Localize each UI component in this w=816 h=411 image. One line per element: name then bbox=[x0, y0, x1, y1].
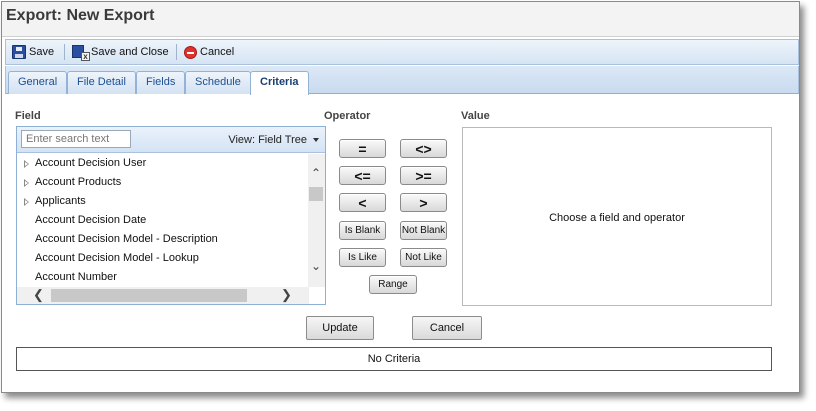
value-label: Value bbox=[461, 110, 490, 122]
tab-criteria[interactable]: Criteria bbox=[250, 71, 309, 95]
operator-equals-button[interactable]: = bbox=[339, 139, 386, 158]
toolbar: Save x Save and Close Cancel bbox=[5, 39, 799, 65]
toolbar-separator bbox=[64, 44, 65, 60]
view-selector-label: View: Field Tree bbox=[228, 134, 307, 146]
scroll-thumb-horizontal[interactable] bbox=[51, 289, 247, 302]
cancel-button[interactable]: Cancel bbox=[412, 316, 482, 340]
tab-general[interactable]: General bbox=[8, 71, 68, 94]
field-tree: Account Decision User Account Products App… bbox=[17, 154, 309, 287]
tree-item-label: Account Decision Model - Description bbox=[35, 233, 218, 245]
operator-not-like-button[interactable]: Not Like bbox=[400, 248, 447, 267]
tree-item[interactable]: Account Decision Date bbox=[17, 211, 309, 230]
criteria-summary: No Criteria bbox=[16, 347, 772, 371]
operator-greater-equal-button[interactable]: >= bbox=[400, 166, 447, 185]
operator-is-blank-button[interactable]: Is Blank bbox=[339, 221, 386, 240]
tree-item-label: Applicants bbox=[35, 195, 86, 207]
tree-item-label: Account Products bbox=[35, 176, 122, 188]
expand-arrow-icon[interactable] bbox=[24, 198, 29, 206]
field-tree-panel: View: Field Tree Account Decision UserAc… bbox=[16, 126, 326, 305]
expand-arrow-icon[interactable] bbox=[24, 160, 29, 168]
tab-fields[interactable]: Fields bbox=[136, 71, 186, 94]
operator-less-than-button[interactable]: < bbox=[339, 193, 386, 212]
tree-item[interactable]: Account Decision Model - Description bbox=[17, 230, 309, 249]
scroll-left-icon[interactable]: ❮ bbox=[33, 288, 44, 302]
toolbar-separator bbox=[176, 44, 177, 60]
operator-not-blank-button[interactable]: Not Blank bbox=[400, 221, 447, 240]
scroll-up-icon[interactable]: ⌃ bbox=[311, 167, 321, 179]
save-and-close-label: Save and Close bbox=[91, 46, 169, 58]
tree-item[interactable]: Applicants bbox=[17, 192, 309, 211]
cancel-label: Cancel bbox=[200, 46, 235, 58]
update-button[interactable]: Update bbox=[306, 316, 374, 340]
tree-item[interactable]: Account Decision Model - Lookup bbox=[17, 249, 309, 268]
save-and-close-icon: x bbox=[72, 45, 90, 61]
tree-item[interactable]: Account Decision User bbox=[17, 154, 309, 173]
operator-is-like-button[interactable]: Is Like bbox=[339, 248, 386, 267]
scroll-thumb[interactable] bbox=[309, 187, 323, 201]
title-bar: Export: New Export bbox=[2, 2, 799, 37]
cancel-toolbar-button[interactable]: Cancel bbox=[184, 43, 234, 61]
operator-less-equal-button[interactable]: <= bbox=[339, 166, 386, 185]
export-window: Export: New Export Save x Save and Close… bbox=[1, 1, 800, 393]
tree-item-label: Account Decision Date bbox=[35, 214, 147, 226]
expand-arrow-icon[interactable] bbox=[24, 179, 29, 187]
tab-file-detail[interactable]: File Detail bbox=[67, 71, 136, 94]
save-label: Save bbox=[29, 46, 55, 58]
tree-item[interactable]: Account Products bbox=[17, 173, 309, 192]
view-selector[interactable]: View: Field Tree bbox=[228, 134, 319, 146]
scroll-down-icon[interactable]: ⌄ bbox=[311, 260, 321, 272]
chevron-down-icon bbox=[313, 138, 319, 142]
scroll-right-icon[interactable]: ❯ bbox=[281, 288, 292, 302]
save-button[interactable]: Save bbox=[12, 43, 54, 61]
field-panel-header: View: Field Tree bbox=[17, 127, 325, 153]
operator-label: Operator bbox=[324, 110, 371, 122]
operator-not-equal-button[interactable]: <> bbox=[400, 139, 447, 158]
search-input[interactable] bbox=[21, 130, 131, 148]
value-panel: Choose a field and operator bbox=[462, 127, 772, 306]
tree-item[interactable]: Account Number bbox=[17, 268, 309, 287]
tree-item-label: Account Decision User bbox=[35, 157, 147, 169]
tree-item-label: Account Decision Model - Lookup bbox=[35, 252, 199, 264]
value-panel-message: Choose a field and operator bbox=[549, 212, 685, 224]
cancel-icon bbox=[184, 45, 197, 59]
tree-item-label: Account Number bbox=[35, 271, 117, 283]
tab-schedule[interactable]: Schedule bbox=[185, 71, 251, 94]
operator-greater-than-button[interactable]: > bbox=[400, 193, 447, 212]
field-label: Field bbox=[15, 110, 41, 122]
save-icon bbox=[12, 45, 26, 59]
horizontal-scrollbar[interactable]: ❮ ❯ bbox=[17, 287, 309, 304]
tab-strip: General File Detail Fields Schedule Crit… bbox=[5, 66, 799, 95]
save-and-close-button[interactable]: x Save and Close bbox=[72, 43, 169, 61]
window-title: Export: New Export bbox=[6, 7, 155, 24]
operator-range-button[interactable]: Range bbox=[369, 275, 417, 294]
vertical-scrollbar[interactable]: ⌃ ⌄ bbox=[308, 154, 325, 287]
